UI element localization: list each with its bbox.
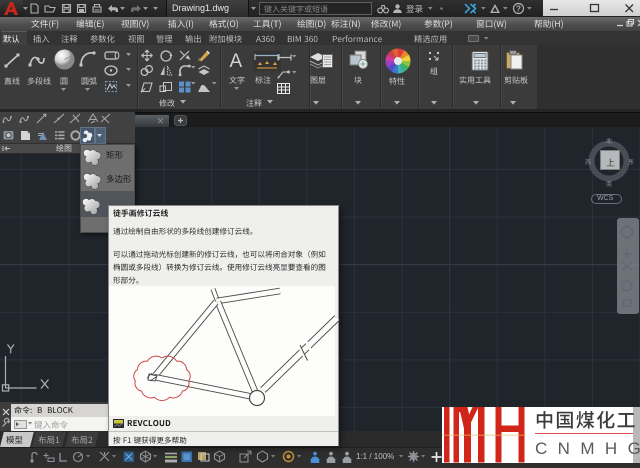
svg-text:?: ?: [516, 4, 521, 13]
